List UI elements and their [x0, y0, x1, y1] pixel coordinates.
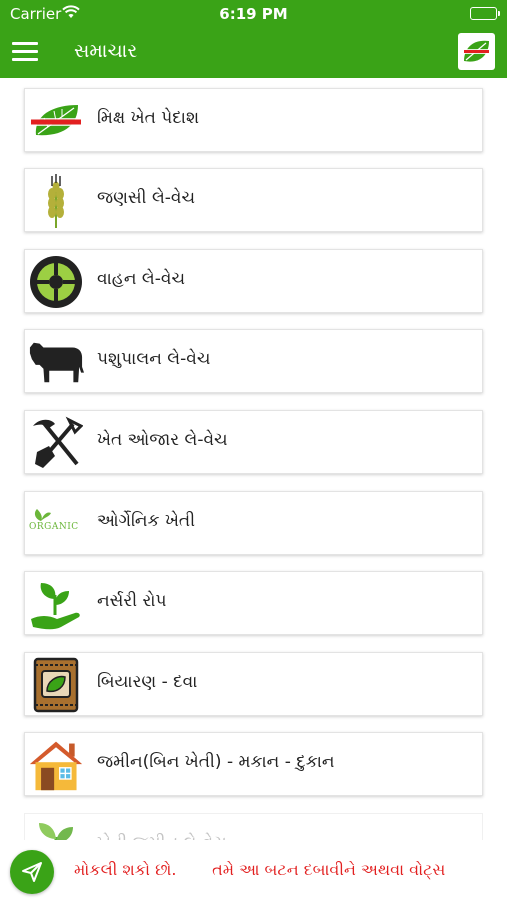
category-list[interactable]: મિક્ષ ખેત પેદાશ જણસી લે-વેચ વાહન લે-વેચ … — [0, 78, 507, 900]
category-card-livestock[interactable]: પશુપાલન લે-વેચ — [24, 329, 483, 393]
category-card-mixed-produce[interactable]: મિક્ષ ખેત પેદાશ — [24, 88, 483, 152]
category-label: મિક્ષ ખેત પેદાશ — [97, 108, 200, 128]
category-card-commodity[interactable]: જણસી લે-વેચ — [24, 168, 483, 232]
status-bar: Carrier 6:19 PM — [0, 0, 507, 28]
seed-bag-icon — [28, 657, 84, 713]
page-title: સમાચાર — [74, 40, 138, 62]
category-label: નર્સરી રોપ — [97, 591, 167, 611]
clock: 6:19 PM — [219, 5, 288, 23]
tyre-icon — [28, 254, 84, 310]
category-label: જણસી લે-વેચ — [97, 188, 196, 208]
send-icon — [22, 862, 42, 882]
category-label: વાહન લે-વેચ — [97, 269, 186, 289]
tools-icon — [28, 415, 84, 471]
cow-icon — [28, 334, 84, 390]
category-label: બિયારણ - દવા — [97, 672, 198, 692]
battery-icon — [470, 7, 500, 20]
app-logo-icon[interactable] — [458, 33, 495, 70]
house-icon — [28, 737, 84, 793]
hamburger-menu-icon[interactable] — [12, 42, 38, 64]
wheat-icon — [28, 173, 84, 229]
leaf-logo-icon — [28, 93, 84, 149]
category-label: ખેત ઓજાર લે-વેચ — [97, 430, 228, 450]
organic-icon: ORGANIC — [28, 496, 84, 552]
category-card-vehicle[interactable]: વાહન લે-વેચ — [24, 249, 483, 313]
category-label: પશુપાલન લે-વેચ — [97, 349, 211, 369]
category-card-nursery[interactable]: નર્સરી રોપ — [24, 571, 483, 635]
category-label: ઓર્ગેનિક ખેતી — [97, 511, 196, 531]
category-card-seeds[interactable]: બિયારણ - દવા — [24, 652, 483, 716]
category-card-farm-tools[interactable]: ખેત ઓજાર લે-વેચ — [24, 410, 483, 474]
news-ticker[interactable]: મોકલી શકો છો. તમે આ બટન દબાવીને અથવા વોટ… — [74, 860, 507, 880]
app-bar: સમાચાર — [0, 28, 507, 78]
send-button[interactable] — [10, 850, 54, 894]
category-label: જમીન(બિન ખેતી) - મકાન - દુકાન — [97, 752, 335, 772]
organic-icon-text: ORGANIC — [29, 522, 79, 532]
bottom-bar: મોકલી શકો છો. તમે આ બટન દબાવીને અથવા વોટ… — [0, 840, 507, 900]
category-card-property[interactable]: જમીન(બિન ખેતી) - મકાન - દુકાન — [24, 732, 483, 796]
plant-hand-icon — [28, 576, 84, 632]
category-card-organic[interactable]: ORGANIC ઓર્ગેનિક ખેતી — [24, 491, 483, 555]
